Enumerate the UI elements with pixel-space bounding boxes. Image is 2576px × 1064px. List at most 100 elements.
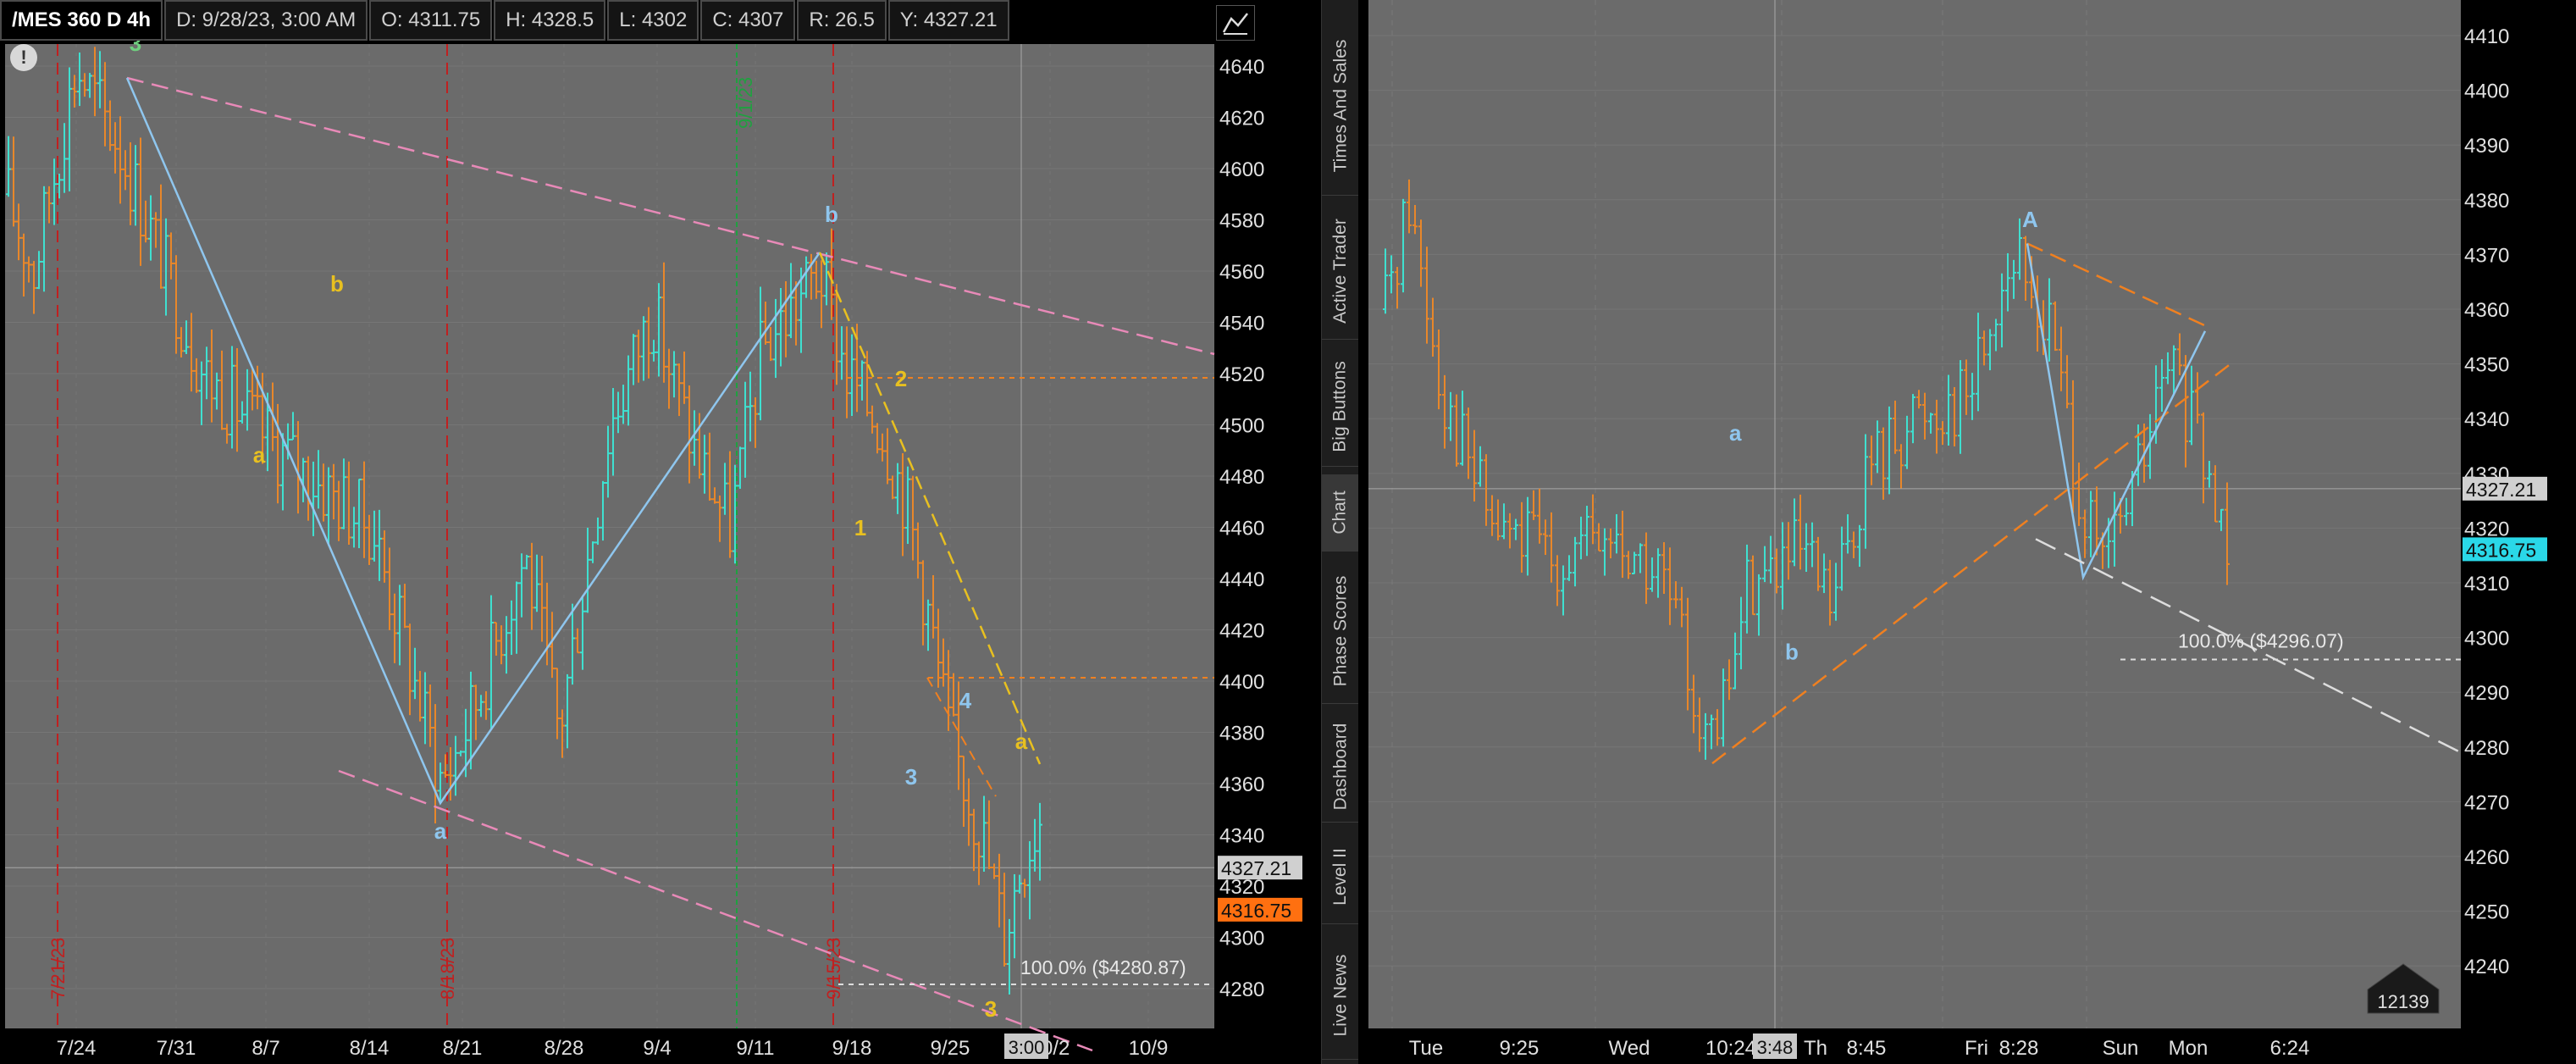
price-tick-label: 4600 <box>1219 158 1264 181</box>
time-tick-label: 8/28 <box>544 1037 584 1060</box>
side-tab-big-buttons[interactable]: Big Buttons <box>1322 347 1359 467</box>
price-tick-label: 4580 <box>1219 210 1264 233</box>
side-tab-label: Big Buttons <box>1330 361 1350 452</box>
price-tick-label: 4310 <box>2464 573 2509 596</box>
price-tick-label: 4300 <box>2464 628 2509 651</box>
side-tab-chart[interactable]: Chart <box>1322 474 1359 551</box>
cursor-price-text: 4327.21 <box>2466 479 2536 501</box>
fib-label: 100.0% ($4296.07) <box>2178 629 2344 651</box>
side-tab-label: Phase Scores <box>1330 575 1350 687</box>
price-tick-label: 4280 <box>2464 737 2509 760</box>
price-tick-label: 4460 <box>1219 518 1264 540</box>
side-tab-strip: Times And Sales Active Trader Big Buttons C… <box>1321 0 1360 1064</box>
time-tick-label: 6:24 <box>2270 1037 2310 1060</box>
time-tick-label: Mon <box>2169 1037 2208 1060</box>
trendline-tool-icon <box>1222 13 1248 35</box>
side-tab-level-ii[interactable]: Level II <box>1322 830 1359 924</box>
price-tick-label: 4290 <box>2464 682 2509 705</box>
wave-label: 1 <box>854 515 866 540</box>
time-tick-label: Fri <box>1965 1037 1988 1060</box>
side-tab-label: Chart <box>1330 490 1351 535</box>
event-label: 7/21/23 <box>47 938 69 1000</box>
side-tab-label: Live News <box>1330 954 1350 1037</box>
left-chart-panel[interactable]: /MES 360 D 4h D: 9/28/23, 3:00 AM O: 431… <box>0 0 1321 1064</box>
wave-label: b <box>330 271 344 296</box>
wave-label: b <box>1785 639 1799 664</box>
time-tick-label: 7/24 <box>57 1037 97 1060</box>
time-tick-label: 9/25 <box>931 1037 970 1060</box>
range-readout: R: 26.5 <box>797 0 887 41</box>
wave-label: 3 <box>905 764 917 790</box>
price-tick-label: 4390 <box>2464 135 2509 158</box>
cursor-price-text: 4327.21 <box>1221 857 1291 879</box>
event-label: 9/1/23 <box>735 77 756 129</box>
time-tick-label: Th <box>1804 1037 1827 1060</box>
price-tick-label: 4380 <box>1219 723 1264 745</box>
alert-icon[interactable]: ! <box>10 44 37 71</box>
cursor-time-text: 3:48 <box>1757 1037 1794 1058</box>
price-tick-label: 4250 <box>2464 901 2509 924</box>
side-tab-label: Level II <box>1330 848 1350 906</box>
tick-count-text: 12139 <box>2377 991 2429 1012</box>
price-tick-label: 4300 <box>1219 928 1264 950</box>
time-tick-label: 9/18 <box>832 1037 872 1060</box>
wave-label: a <box>253 442 266 468</box>
open-readout: O: 4311.75 <box>369 0 493 41</box>
price-tick-label: 4340 <box>1219 825 1264 848</box>
price-tick-label: 4520 <box>1219 363 1264 386</box>
cursor-time-text: 3:00 <box>1009 1037 1045 1058</box>
symbol-label[interactable]: /MES 360 D 4h <box>0 0 163 41</box>
close-readout: C: 4307 <box>700 0 796 41</box>
fib-label: 100.0% ($4280.87) <box>1020 956 1186 978</box>
wave-label: a <box>434 818 447 844</box>
side-tab-times-and-sales[interactable]: Times And Sales <box>1322 17 1359 196</box>
left-price-chart[interactable]: 7/21/23 8/18/23 9/15/23 9/1/23 100.0% ($428… <box>0 0 1321 1064</box>
price-tick-label: 4400 <box>1219 671 1264 694</box>
time-tick-label: 8/14 <box>350 1037 390 1060</box>
side-tab-active-trader[interactable]: Active Trader <box>1322 203 1359 340</box>
wave-label: a <box>1015 729 1028 754</box>
price-tick-label: 4410 <box>2464 25 2509 48</box>
time-tick-label: 8/21 <box>443 1037 483 1060</box>
time-tick-label: 9:25 <box>1500 1037 1540 1060</box>
time-tick-label: 8:28 <box>1999 1037 2039 1060</box>
price-tick-label: 4400 <box>2464 80 2509 103</box>
event-label: 9/15/23 <box>823 938 844 1000</box>
time-axis[interactable]: 7/24 7/31 8/7 8/14 8/21 8/28 9/4 9/11 9/18 9/25 10… <box>57 1034 1169 1060</box>
side-tab-phase-scores[interactable]: Phase Scores <box>1322 559 1359 704</box>
price-tick-label: 4500 <box>1219 415 1264 438</box>
side-tab-label: Dashboard <box>1330 723 1351 811</box>
price-tick-label: 4640 <box>1219 56 1264 79</box>
time-tick-label: 9/11 <box>737 1037 775 1060</box>
price-tick-label: 4360 <box>2464 299 2509 322</box>
low-readout: L: 4302 <box>607 0 699 41</box>
side-tab-label: Active Trader <box>1330 219 1350 324</box>
time-tick-label: 8:45 <box>1847 1037 1887 1060</box>
time-tick-label: Wed <box>1609 1037 1650 1060</box>
drawing-tool-button[interactable] <box>1216 5 1255 41</box>
price-tick-label: 4360 <box>1219 773 1264 796</box>
price-tick-label: 4240 <box>2464 956 2509 978</box>
price-tick-label: 4620 <box>1219 108 1264 130</box>
price-tick-label: 4280 <box>1219 978 1264 1001</box>
side-tab-dashboard[interactable]: Dashboard <box>1322 712 1359 823</box>
price-tick-label: 4320 <box>2464 518 2509 540</box>
time-tick-label: Sun <box>2103 1037 2139 1060</box>
time-tick-label: 7/31 <box>157 1037 196 1060</box>
last-price-text: 4316.75 <box>2466 539 2536 561</box>
time-tick-label: 9/4 <box>643 1037 671 1060</box>
cursor-y-readout: Y: 4327.21 <box>887 0 1009 41</box>
right-price-chart[interactable]: 100.0% ($4296.07) a b A 4410 4400 4390 4380 43… <box>1358 0 2576 1064</box>
wave-label: 3 <box>985 996 997 1022</box>
price-tick-label: 4420 <box>1219 620 1264 643</box>
time-axis[interactable]: Tue 9:25 Wed 10:24 Th 8:45 Fri 8:28 Sun Mon 6:24 3:… <box>1409 1034 2310 1060</box>
right-chart-panel[interactable]: 100.0% ($4296.07) a b A 4410 4400 4390 4380 43… <box>1358 0 2576 1064</box>
plot-area <box>5 44 1214 1028</box>
time-tick-label: Tue <box>1409 1037 1443 1060</box>
wave-label: A <box>2022 207 2038 232</box>
high-readout: H: 4328.5 <box>494 0 606 41</box>
price-tick-label: 4440 <box>1219 568 1264 591</box>
wave-label: 4 <box>959 688 972 713</box>
side-tab-live-news[interactable]: Live News <box>1322 932 1359 1060</box>
event-label: 8/18/23 <box>437 938 458 1000</box>
